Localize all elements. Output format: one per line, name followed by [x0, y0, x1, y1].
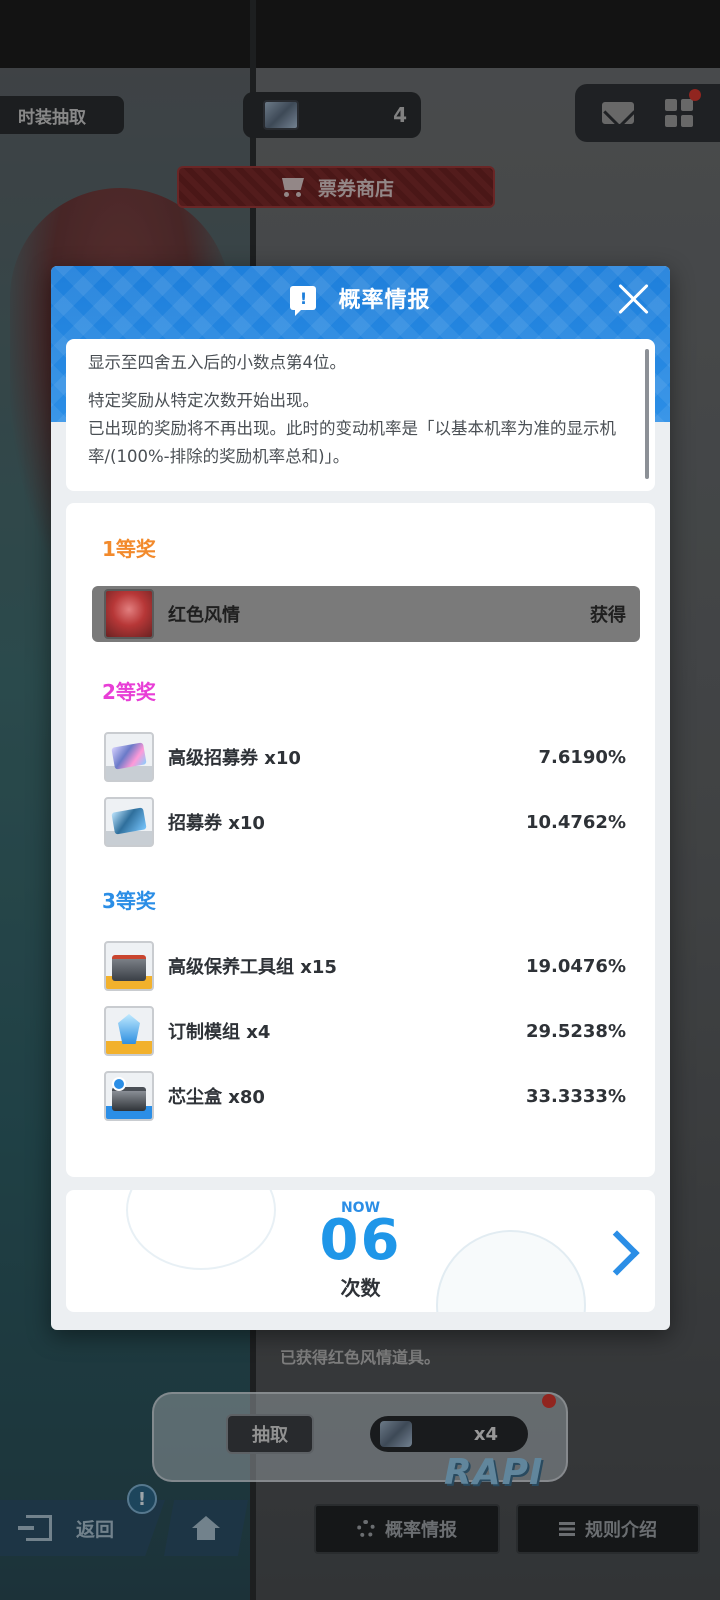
maintenance-toolkit-icon [104, 941, 154, 991]
pull-count-label: 次数 [340, 1276, 381, 1300]
reward-name: 红色风情 [168, 605, 240, 626]
reward-name: 高级保养工具组 x15 [168, 957, 337, 978]
chevron-right-icon[interactable] [611, 1230, 637, 1274]
notice-line: 特定奖励从特定次数开始出现。 [88, 391, 319, 410]
reward-row: 招募券 x10 10.4762% [92, 794, 640, 850]
tier-heading: 1等奖 [102, 537, 156, 561]
scrollbar[interactable] [645, 349, 649, 479]
reward-row: 高级保养工具组 x15 19.0476% [92, 938, 640, 994]
core-dust-box-icon [104, 1071, 154, 1121]
reward-row: 红色风情 获得 [92, 586, 640, 642]
notice-box: 显示至四舍五入后的小数点第4位。 特定奖励从特定次数开始出现。 已出现的奖励将不… [66, 339, 655, 491]
reward-rate: 10.4762% [525, 811, 626, 833]
recruit-ticket-icon [104, 797, 154, 847]
advanced-recruit-ticket-icon [104, 732, 154, 782]
reward-status: 获得 [590, 605, 626, 626]
reward-row: 芯尘盒 x80 33.3333% [92, 1068, 640, 1124]
probability-info-dialog: ! 概率情报 显示至四舍五入后的小数点第4位。 特定奖励从特定次数开始出现。 已… [51, 266, 670, 1330]
pull-count-value: 06 [319, 1208, 402, 1273]
alert-icon: ! [290, 286, 317, 316]
dialog-title: 概率情报 [338, 288, 431, 313]
reward-rate: 33.3333% [525, 1085, 626, 1107]
rates-panel: 1等奖 红色风情 获得 2等奖 高级招募券 x10 7.6190% 招募券 x1… [66, 503, 655, 1177]
reward-name: 招募券 x10 [168, 813, 265, 834]
reward-name: 订制模组 x4 [168, 1022, 271, 1043]
reward-row: 高级招募券 x10 7.6190% [92, 729, 640, 785]
notice-line: 显示至四舍五入后的小数点第4位。 [88, 353, 346, 372]
notice-line: 已出现的奖励将不再出现。此时的变动机率是「以基本机率为准的显示机率/(100%-… [88, 419, 616, 466]
close-icon[interactable] [616, 282, 650, 316]
tier-heading: 2等奖 [102, 680, 156, 704]
reward-row: 订制模组 x4 29.5238% [92, 1003, 640, 1059]
reward-rate: 19.0476% [525, 955, 626, 977]
costume-portrait-icon [104, 589, 154, 639]
now-label: NOW [340, 1200, 381, 1216]
tier-heading: 3等奖 [102, 889, 156, 913]
reward-name: 高级招募券 x10 [168, 748, 301, 769]
pull-count-panel: 06 NOW 次数 [66, 1190, 655, 1312]
custom-module-icon [104, 1006, 154, 1056]
reward-rate: 29.5238% [525, 1020, 626, 1042]
reward-rate: 7.6190% [538, 746, 627, 768]
dialog-header: ! 概率情报 [51, 266, 670, 330]
reward-name: 芯尘盒 x80 [168, 1087, 265, 1108]
